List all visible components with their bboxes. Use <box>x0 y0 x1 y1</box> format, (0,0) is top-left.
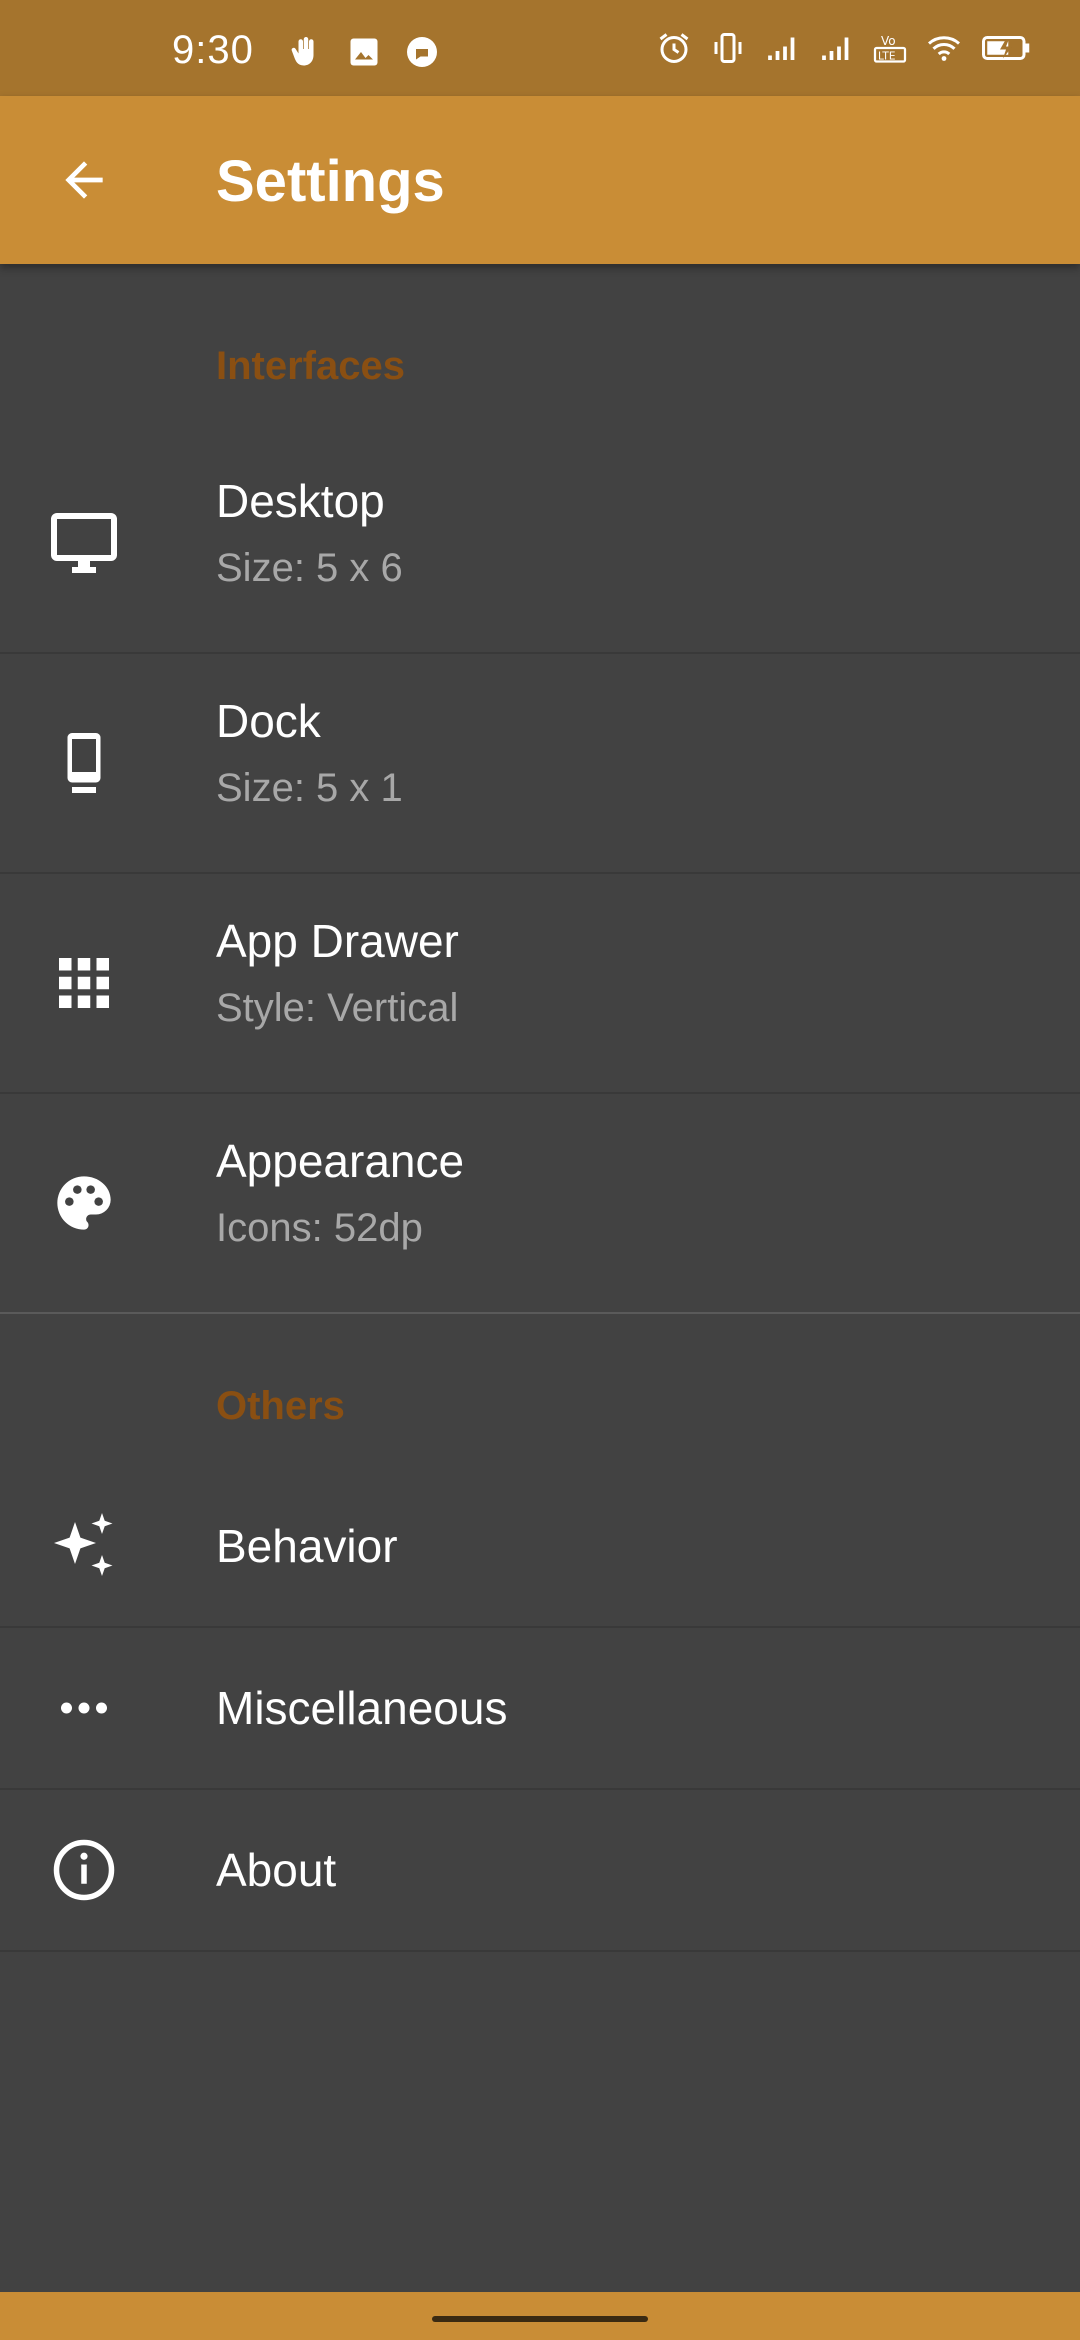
settings-item-appearance[interactable]: Appearance Icons: 52dp <box>0 1094 1080 1312</box>
palette-icon <box>44 1163 124 1243</box>
section-header-label: Others <box>216 1384 345 1428</box>
settings-item-desktop[interactable]: Desktop Size: 5 x 6 <box>0 434 1080 654</box>
volte-icon: Vo LTE <box>873 34 907 63</box>
arrow-back-icon <box>65 161 103 199</box>
gesture-handle[interactable] <box>432 2316 648 2322</box>
alarm-icon <box>659 33 689 63</box>
signal-icon <box>768 37 795 60</box>
settings-item-miscellaneous[interactable]: Miscellaneous <box>0 1628 1080 1790</box>
battery-charging-icon <box>982 36 1030 60</box>
settings-item-title: Appearance <box>216 1135 465 1187</box>
settings-item-subtitle: Size: 5 x 6 <box>216 546 403 590</box>
status-bar: 9:30 Vo LTE <box>0 0 1080 96</box>
settings-item-subtitle: Style: Vertical <box>216 986 459 1030</box>
chat-bubble-icon <box>407 37 437 67</box>
hand-icon <box>291 37 314 66</box>
section-header-others: Others <box>0 1314 1080 1466</box>
settings-item-title: Desktop <box>216 475 385 527</box>
app-bar: Settings <box>0 96 1080 264</box>
settings-item-title: App Drawer <box>216 915 459 967</box>
image-icon <box>350 38 378 66</box>
settings-item-title: Miscellaneous <box>216 1682 508 1734</box>
settings-item-about[interactable]: About <box>0 1790 1080 1952</box>
signal-icon-2 <box>822 37 849 60</box>
settings-item-app-drawer[interactable]: App Drawer Style: Vertical <box>0 874 1080 1094</box>
settings-item-subtitle: Icons: 52dp <box>216 1206 423 1250</box>
settings-item-title: Dock <box>216 695 321 747</box>
sparkles-icon <box>44 1506 124 1586</box>
svg-text:Vo: Vo <box>881 34 896 48</box>
section-header-interfaces: Interfaces <box>0 264 1080 434</box>
page-title: Settings <box>216 149 445 214</box>
status-time: 9:30 <box>172 28 254 72</box>
settings-list: Interfaces Desktop Size: 5 x 6 Dock Size… <box>0 264 1080 1952</box>
vibrate-icon <box>714 33 742 63</box>
settings-item-title: About <box>216 1844 337 1896</box>
navigation-bar <box>0 2292 1080 2340</box>
grid-icon <box>44 943 124 1023</box>
wifi-icon <box>928 36 960 61</box>
settings-item-behavior[interactable]: Behavior <box>0 1466 1080 1628</box>
phone-dock-icon <box>44 723 124 803</box>
settings-item-subtitle: Size: 5 x 1 <box>216 766 403 810</box>
section-header-label: Interfaces <box>216 344 405 388</box>
more-horizontal-icon <box>44 1668 124 1748</box>
back-button[interactable] <box>44 140 124 220</box>
info-icon <box>44 1830 124 1910</box>
settings-item-title: Behavior <box>216 1520 398 1572</box>
svg-text:LTE: LTE <box>878 50 895 62</box>
settings-item-dock[interactable]: Dock Size: 5 x 1 <box>0 654 1080 874</box>
monitor-icon <box>44 503 124 583</box>
